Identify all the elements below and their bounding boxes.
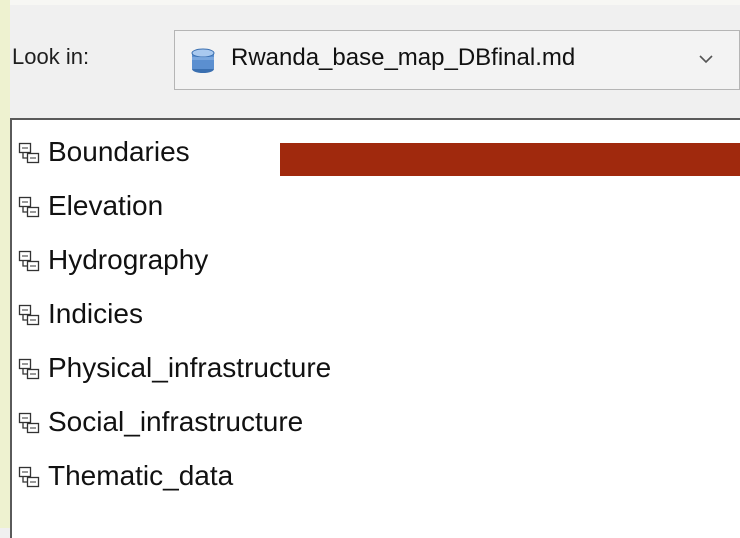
feature-dataset-icon — [18, 358, 40, 380]
list-item[interactable]: Thematic_data — [12, 458, 740, 498]
database-icon — [191, 48, 215, 73]
list-item-label: Boundaries — [48, 136, 190, 167]
feature-dataset-icon — [18, 196, 40, 218]
look-in-label: Look in: — [12, 44, 90, 69]
chevron-down-icon[interactable] — [698, 53, 714, 65]
feature-dataset-icon — [18, 304, 40, 326]
list-item[interactable]: Physical_infrastructure — [12, 350, 740, 390]
list-item-label: Social_infrastructure — [48, 406, 304, 437]
feature-dataset-icon — [18, 412, 40, 434]
list-item[interactable]: Social_infrastructure — [12, 404, 740, 444]
dataset-list: Boundaries Elevation Hydrography Indicie… — [10, 118, 740, 538]
feature-dataset-icon — [18, 142, 40, 164]
feature-dataset-icon — [18, 250, 40, 272]
list-item[interactable]: Elevation — [12, 188, 740, 228]
list-item-label: Elevation — [48, 190, 164, 221]
list-item-label: Indicies — [48, 298, 143, 329]
list-item-label: Hydrography — [48, 244, 209, 275]
highlight-bar — [280, 143, 740, 176]
list-item-label: Thematic_data — [48, 460, 234, 491]
list-item-label: Physical_infrastructure — [48, 352, 332, 383]
look-in-value: Rwanda_base_map_DBfinal.md — [231, 44, 576, 71]
look-in-dropdown[interactable]: Rwanda_base_map_DBfinal.md — [174, 30, 740, 90]
feature-dataset-icon — [18, 466, 40, 488]
list-item[interactable]: Indicies — [12, 296, 740, 336]
left-accent-strip — [0, 0, 10, 528]
list-item[interactable]: Hydrography — [12, 242, 740, 282]
top-strip — [10, 0, 740, 5]
